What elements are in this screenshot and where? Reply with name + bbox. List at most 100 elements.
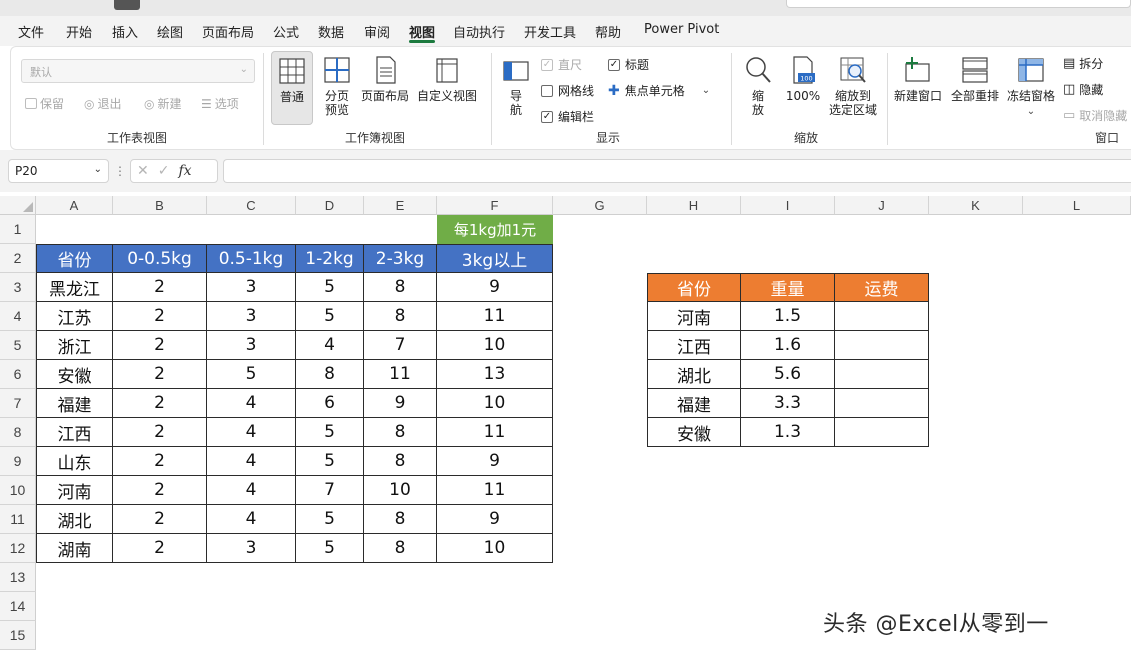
lookup-province-cell[interactable]: 安徽: [647, 418, 741, 447]
column-header-b[interactable]: B: [113, 196, 207, 215]
rate-province-cell[interactable]: 山东: [36, 447, 113, 476]
column-header-j[interactable]: J: [835, 196, 929, 215]
rate-price-cell[interactable]: 5: [296, 534, 364, 563]
tab-draw[interactable]: 绘图: [157, 22, 183, 41]
row-header-10[interactable]: 10: [0, 476, 36, 505]
rate-note-cell[interactable]: 每1kg加1元: [437, 215, 553, 244]
rate-price-cell[interactable]: 7: [296, 476, 364, 505]
rate-price-cell[interactable]: 2: [113, 476, 207, 505]
split-button[interactable]: ▤ 拆分: [1063, 55, 1103, 72]
column-header-h[interactable]: H: [647, 196, 741, 215]
rate-price-cell[interactable]: 2: [113, 505, 207, 534]
rate-province-cell[interactable]: 浙江: [36, 331, 113, 360]
rate-price-cell[interactable]: 8: [364, 505, 437, 534]
insert-function-icon[interactable]: fx: [178, 163, 191, 179]
options-button[interactable]: ☰ 选项: [201, 95, 239, 112]
rate-table-header[interactable]: 2-3kg: [364, 244, 437, 273]
enter-icon[interactable]: ✓: [158, 163, 170, 179]
zoom-100-button[interactable]: 100 100%: [783, 51, 823, 125]
rate-price-cell[interactable]: 9: [364, 389, 437, 418]
tab-review[interactable]: 审阅: [364, 22, 390, 41]
search-box[interactable]: [786, 0, 1131, 8]
rate-price-cell[interactable]: 9: [437, 273, 553, 302]
tab-file[interactable]: 文件: [18, 22, 44, 41]
quick-access-icon[interactable]: [114, 0, 140, 10]
rate-price-cell[interactable]: 8: [364, 418, 437, 447]
tab-automate[interactable]: 自动执行: [453, 22, 505, 41]
rate-price-cell[interactable]: 10: [437, 534, 553, 563]
tab-view[interactable]: 视图: [409, 22, 435, 41]
column-header-f[interactable]: F: [437, 196, 553, 215]
rate-price-cell[interactable]: 4: [207, 418, 296, 447]
rate-price-cell[interactable]: 8: [364, 273, 437, 302]
row-header-13[interactable]: 13: [0, 563, 36, 592]
column-header-l[interactable]: L: [1023, 196, 1131, 215]
column-header-k[interactable]: K: [929, 196, 1023, 215]
tab-insert[interactable]: 插入: [112, 22, 138, 41]
tab-power-pivot[interactable]: Power Pivot: [644, 22, 719, 37]
select-all-button[interactable]: [0, 196, 36, 215]
column-header-c[interactable]: C: [207, 196, 296, 215]
tab-home[interactable]: 开始: [66, 22, 92, 41]
focus-cell-button[interactable]: ✚ 焦点单元格 ⌄: [608, 82, 710, 99]
tab-data[interactable]: 数据: [318, 22, 344, 41]
lookup-table-header[interactable]: 重量: [741, 273, 835, 302]
row-header-11[interactable]: 11: [0, 505, 36, 534]
exit-button[interactable]: ◎ 退出: [84, 95, 122, 112]
rate-price-cell[interactable]: 8: [364, 302, 437, 331]
lookup-province-cell[interactable]: 湖北: [647, 360, 741, 389]
name-box[interactable]: P20 ⌄: [8, 159, 109, 183]
gridlines-checkbox[interactable]: 网格线: [541, 82, 594, 99]
keep-button[interactable]: 保留: [25, 95, 64, 112]
rate-province-cell[interactable]: 河南: [36, 476, 113, 505]
tab-developer[interactable]: 开发工具: [524, 22, 576, 41]
rate-table-header[interactable]: 省份: [36, 244, 113, 273]
rate-price-cell[interactable]: 11: [437, 476, 553, 505]
cancel-icon[interactable]: ✕: [137, 163, 149, 179]
zoom-button[interactable]: 缩 放: [739, 51, 777, 125]
row-header-8[interactable]: 8: [0, 418, 36, 447]
rate-table-header[interactable]: 0-0.5kg: [113, 244, 207, 273]
rate-price-cell[interactable]: 3: [207, 302, 296, 331]
rate-table-header[interactable]: 0.5-1kg: [207, 244, 296, 273]
new-window-button[interactable]: 新建窗口: [893, 51, 943, 125]
lookup-province-cell[interactable]: 江西: [647, 331, 741, 360]
rate-province-cell[interactable]: 江西: [36, 418, 113, 447]
new-view-button[interactable]: ◎ 新建: [144, 95, 182, 112]
rate-price-cell[interactable]: 2: [113, 273, 207, 302]
column-header-e[interactable]: E: [364, 196, 437, 215]
rate-price-cell[interactable]: 5: [296, 505, 364, 534]
rate-price-cell[interactable]: 9: [437, 505, 553, 534]
sheet-view-select[interactable]: 默认 ⌄: [21, 59, 255, 83]
rate-price-cell[interactable]: 8: [364, 534, 437, 563]
chevron-down-icon[interactable]: ⌄: [94, 164, 102, 175]
custom-views-button[interactable]: 自定义视图: [413, 51, 481, 125]
rate-price-cell[interactable]: 11: [364, 360, 437, 389]
tab-page-layout[interactable]: 页面布局: [202, 22, 254, 41]
arrange-all-button[interactable]: 全部重排: [947, 51, 1003, 125]
freeze-panes-button[interactable]: 冻结窗格 ⌄: [1005, 51, 1057, 125]
rate-province-cell[interactable]: 江苏: [36, 302, 113, 331]
unhide-button[interactable]: ▭ 取消隐藏: [1063, 107, 1127, 124]
rate-price-cell[interactable]: 11: [437, 418, 553, 447]
more-icon[interactable]: ⋮: [114, 164, 126, 178]
rate-price-cell[interactable]: 3: [207, 331, 296, 360]
rate-price-cell[interactable]: 4: [207, 476, 296, 505]
rate-table-header[interactable]: 3kg以上: [437, 244, 553, 273]
lookup-fee-cell[interactable]: [835, 418, 929, 447]
lookup-weight-cell[interactable]: 1.5: [741, 302, 835, 331]
rate-price-cell[interactable]: 5: [296, 302, 364, 331]
row-header-1[interactable]: 1: [0, 215, 36, 244]
headings-checkbox[interactable]: ✓ 标题: [608, 56, 649, 73]
lookup-fee-cell[interactable]: [835, 302, 929, 331]
row-header-15[interactable]: 15: [0, 621, 36, 650]
rate-price-cell[interactable]: 10: [437, 389, 553, 418]
row-header-7[interactable]: 7: [0, 389, 36, 418]
worksheet[interactable]: A B C D E F G H I J K L 1 2 3 4 5 6 7 8 9 10 11 12 13 14 15 每1kg加1元…: [0, 196, 1131, 654]
rate-price-cell[interactable]: 3: [207, 534, 296, 563]
formula-bar-checkbox[interactable]: ✓ 编辑栏: [541, 108, 594, 125]
rate-province-cell[interactable]: 黑龙江: [36, 273, 113, 302]
rate-price-cell[interactable]: 4: [207, 447, 296, 476]
rate-price-cell[interactable]: 4: [207, 389, 296, 418]
rate-price-cell[interactable]: 8: [364, 447, 437, 476]
